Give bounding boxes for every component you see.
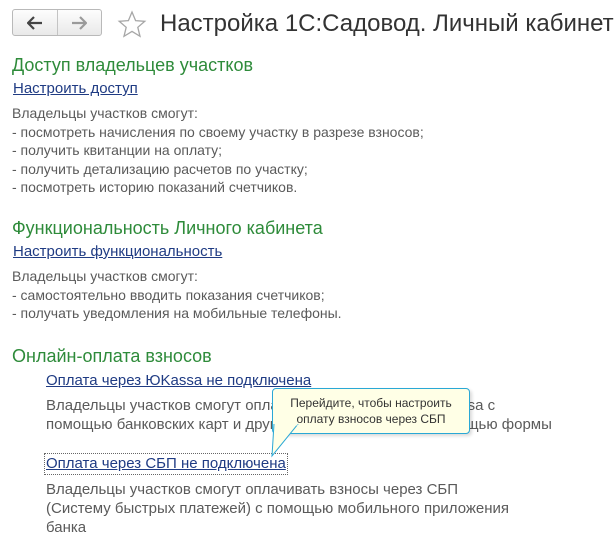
setup-functionality-link[interactable]: Настроить функциональность [13,243,222,261]
description-line: Владельцы участков смогут: [12,268,198,284]
back-button[interactable] [13,10,57,35]
forward-button[interactable] [56,10,102,35]
description-line: - посмотреть начисления по своему участк… [12,123,424,140]
setup-access-link[interactable]: Настроить доступ [13,80,138,98]
section-title-functionality: Функциональность Личного кабинета [12,218,323,238]
description-line: - получать уведомления на мобильные теле… [12,305,342,321]
page-title: Настройка 1С:Садовод. Личный кабинет [160,10,614,37]
access-description: Владельцы участков смогут: - посмотреть … [12,104,424,197]
description-line: банка [46,519,87,536]
favorite-button[interactable] [117,10,147,43]
description-line: - посмотреть историю показаний счетчиков… [12,179,298,195]
description-line: - самостоятельно вводить показания счетч… [12,286,325,303]
section-title-access: Доступ владельцев участков [12,55,254,75]
tooltip-pointer [271,424,299,458]
description-line: Владельцы участков смогут: [12,105,198,121]
sbp-description: Владельцы участков смогут оплачивать взн… [46,480,509,537]
section-title-online-payment: Онлайн-оплата взносов [12,346,212,366]
arrow-left-icon [26,15,42,30]
sbp-payment-link[interactable]: Оплата через СБП не подключена [44,453,288,475]
tooltip-line: Перейдите, чтобы настроить [290,396,452,410]
functionality-description: Владельцы участков смогут: - самостоятел… [12,267,342,323]
arrow-right-icon [72,15,88,30]
description-line: Владельцы участков смогут оплачивать взн… [46,481,459,498]
navigation-buttons [12,9,102,36]
yookassa-payment-link[interactable]: Оплата через ЮKassa не подключена [46,372,311,390]
description-line: - получить квитанции на оплату; [12,142,223,158]
star-outline-icon [117,10,147,38]
description-line: - получить детализацию расчетов по участ… [12,160,308,177]
description-line: (Систему быстрых платежей) с помощью моб… [46,500,510,517]
